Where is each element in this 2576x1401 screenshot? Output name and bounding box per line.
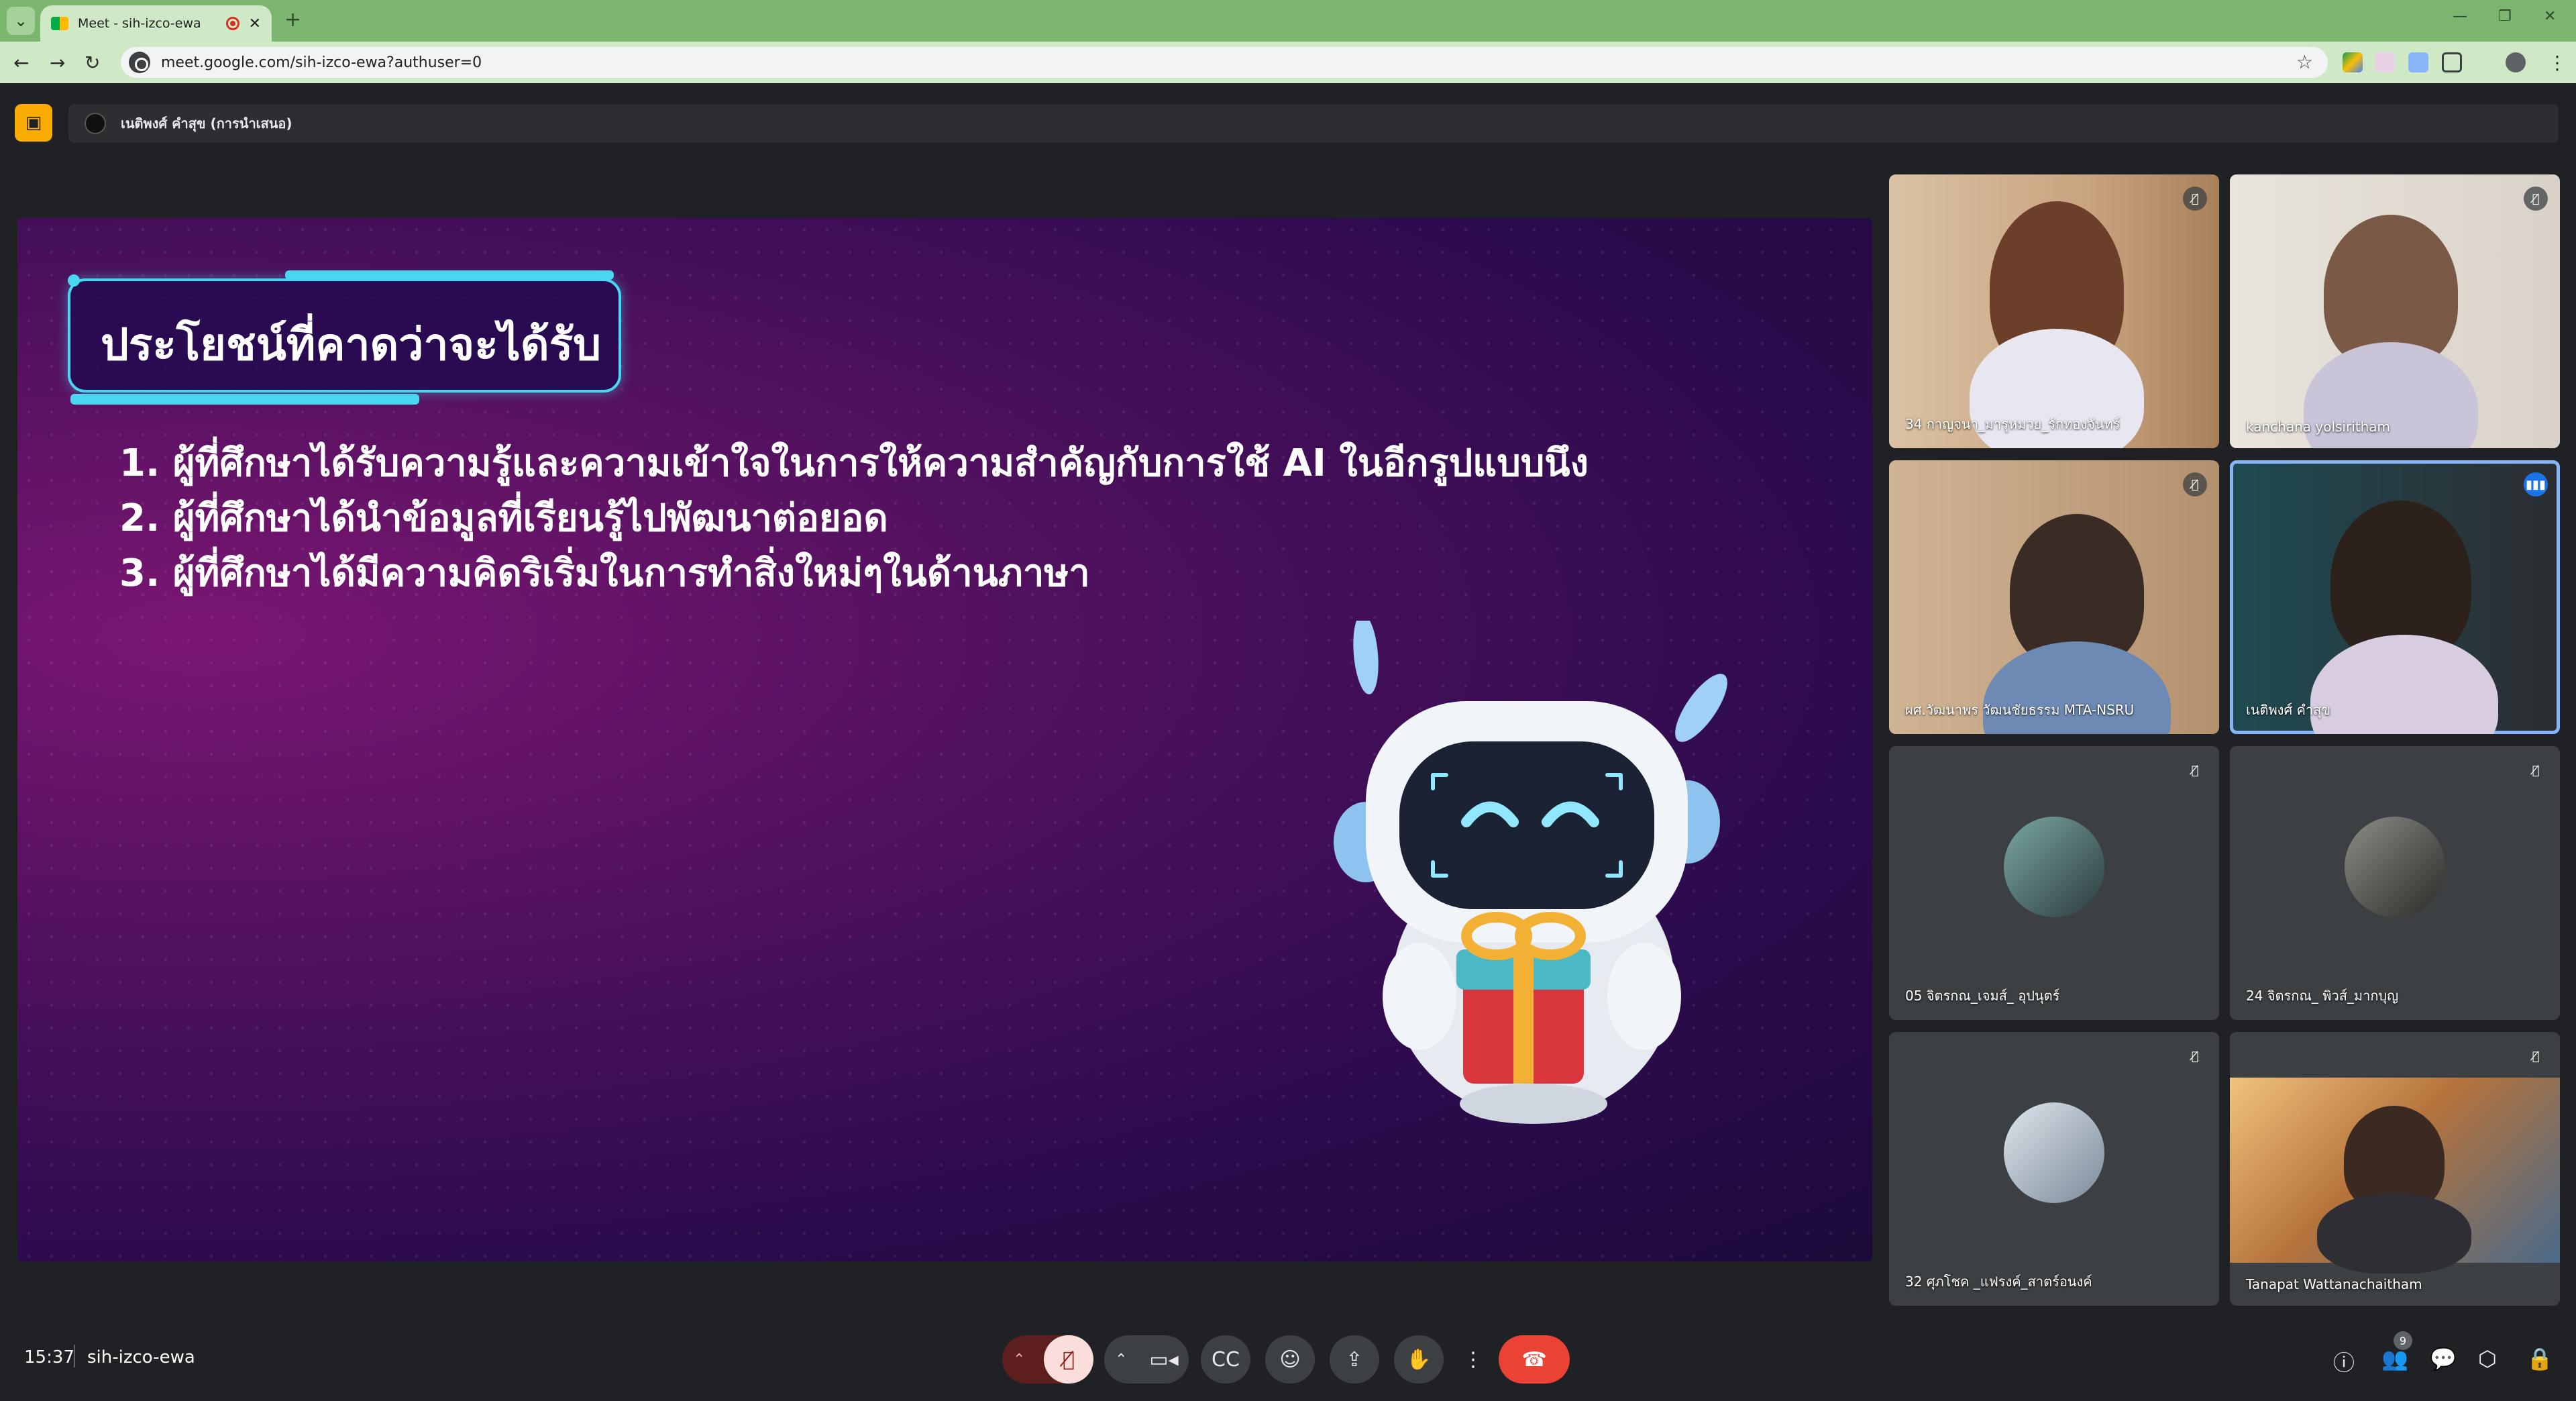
tab-search-button[interactable]: ⌄ xyxy=(7,7,35,35)
participant-name: ผศ.วัฒนาพร วัฒนชัยธรรม MTA-NSRU xyxy=(1905,702,2135,718)
muted-mic-icon: 🎙̸ xyxy=(2183,472,2207,497)
robot-illustration xyxy=(1334,621,1727,1124)
title-frame-accent-top xyxy=(285,270,614,280)
participant-tile[interactable]: 🎙̸ ผศ.วัฒนาพร วัฒนชัยธรรม MTA-NSRU xyxy=(1889,460,2219,734)
slide-points: 1. ผู้ที่ศึกษาได้รับความรู้และความเข้าใจ… xyxy=(119,436,1589,601)
activities-icon[interactable]: ⬡ xyxy=(2478,1346,2497,1371)
muted-mic-icon: 🎙̸ xyxy=(2183,187,2207,211)
presenter-avatar xyxy=(85,113,106,134)
meeting-clock: 15:37 xyxy=(24,1347,74,1367)
participant-tile[interactable]: 🎙̸ kanchana yolsiritham xyxy=(2230,174,2560,448)
meeting-info-icon[interactable]: ⓘ xyxy=(2333,1346,2355,1377)
participant-avatar xyxy=(2345,816,2445,917)
browser-menu-icon[interactable]: ⋮ xyxy=(2548,52,2567,74)
meeting-code: sih-izco-ewa xyxy=(87,1347,195,1367)
address-bar[interactable]: meet.google.com/sih-izco-ewa?authuser=0 … xyxy=(121,47,2328,78)
participant-name: 24 จิตรกณ_ พิวส์_มากบุญ xyxy=(2246,988,2399,1004)
camera-icon[interactable]: ▭◂ xyxy=(1139,1335,1189,1384)
mic-off-icon[interactable]: 🎙̸ xyxy=(1044,1335,1093,1384)
participant-tile-active-speaker[interactable]: ▮▮▮ เนติพงศ์ คำสุข xyxy=(2230,460,2560,734)
back-button[interactable]: ← xyxy=(13,52,29,74)
recording-indicator-icon xyxy=(225,17,239,30)
participant-tile[interactable]: 🎙̸ 24 จิตรกณ_ พิวส์_มากบุญ xyxy=(2230,746,2560,1020)
muted-mic-icon: 🎙̸ xyxy=(2524,758,2548,782)
participant-avatar xyxy=(2004,816,2104,917)
meet-favicon-icon xyxy=(51,17,68,30)
participant-name: 05 จิตรกณ_เจมส์_ อุปนุตร์ xyxy=(1905,988,2060,1004)
close-window-button[interactable]: ✕ xyxy=(2544,8,2556,25)
stop-presenting-icon[interactable]: ▣ xyxy=(15,104,52,142)
new-tab-button[interactable]: + xyxy=(284,8,301,32)
muted-mic-icon: 🎙̸ xyxy=(2183,758,2207,782)
site-info-icon[interactable] xyxy=(129,52,150,73)
extensions-puzzle-icon[interactable] xyxy=(2442,52,2462,72)
slide-point: 2. ผู้ที่ศึกษาได้นำข้อมูลที่เรียนรู้ไปพั… xyxy=(119,497,888,540)
participant-name: 34 กาญจนา_มารุหมวย_รักทองจันทร์ xyxy=(1905,416,2121,432)
slide-point: 1. ผู้ที่ศึกษาได้รับความรู้และความเข้าใจ… xyxy=(119,442,1589,485)
participant-name: Tanapat Wattanachaitham xyxy=(2246,1276,2422,1292)
participant-avatar xyxy=(2004,1102,2104,1203)
present-screen-icon[interactable]: ⇪ xyxy=(1330,1335,1379,1384)
title-frame-accent-bottom xyxy=(70,394,419,405)
host-controls-icon[interactable]: 🔒 xyxy=(2526,1346,2553,1371)
slide-title-frame: ประโยชน์ที่คาดว่าจะได้รับ xyxy=(68,270,621,405)
reload-button[interactable]: ↻ xyxy=(85,52,100,74)
extension-icon[interactable] xyxy=(2375,52,2395,72)
bookmark-star-icon[interactable]: ☆ xyxy=(2296,51,2313,73)
presentation-slide: ประโยชน์ที่คาดว่าจะได้รับ 1. ผู้ที่ศึกษา… xyxy=(17,218,1872,1261)
presenter-bar: เนติพงศ์ คำสุข (การนำเสนอ) xyxy=(68,104,2559,143)
close-tab-icon[interactable]: ✕ xyxy=(249,15,261,32)
audio-options-chevron-icon[interactable]: ⌃ xyxy=(1013,1351,1025,1368)
slide-point: 3. ผู้ที่ศึกษาได้มีความคิดริเริ่มในการทำ… xyxy=(119,552,1090,595)
tab-title: Meet - sih-izco-ewa xyxy=(78,16,201,31)
leave-call-button[interactable]: ☎ xyxy=(1499,1335,1570,1384)
maximize-button[interactable]: ❐ xyxy=(2498,8,2512,25)
participant-name: เนติพงศ์ คำสุข xyxy=(2246,702,2330,718)
video-options-chevron-icon[interactable]: ⌃ xyxy=(1115,1351,1127,1368)
translate-extension-icon[interactable] xyxy=(2408,52,2428,72)
drive-extension-icon[interactable] xyxy=(2343,52,2363,72)
participant-name: kanchana yolsiritham xyxy=(2246,419,2391,435)
forward-button[interactable]: → xyxy=(50,52,65,74)
muted-mic-icon: 🎙̸ xyxy=(2524,187,2548,211)
presenter-name: เนติพงศ์ คำสุข (การนำเสนอ) xyxy=(121,115,292,132)
participant-tile[interactable]: 🎙̸ 32 ศุภโชค _แฟรงค์_สาตร์อนงค์ xyxy=(1889,1032,2219,1306)
title-frame-dot xyxy=(68,274,80,287)
muted-mic-icon: 🎙̸ xyxy=(2183,1044,2207,1068)
raise-hand-icon[interactable]: ✋ xyxy=(1394,1335,1444,1384)
browser-tab-strip: ⌄ Meet - sih-izco-ewa ✕ + — ❐ ✕ xyxy=(0,0,2576,42)
people-count-badge: 9 xyxy=(2394,1331,2412,1350)
browser-toolbar: ← → ↻ meet.google.com/sih-izco-ewa?authu… xyxy=(0,42,2576,83)
participant-tile[interactable]: 🎙̸ 34 กาญจนา_มารุหมวย_รักทองจันทร์ xyxy=(1889,174,2219,448)
camera-control: ⌃ ▭◂ xyxy=(1104,1335,1189,1384)
meeting-controls-bar: 15:37 sih-izco-ewa ⌃ 🎙̸ ⌃ ▭◂ CC ☺ ⇪ ✋ ⋮ … xyxy=(0,1308,2576,1401)
participant-video-body xyxy=(2317,1193,2471,1274)
participant-tile[interactable]: 🎙̸ Tanapat Wattanachaitham xyxy=(2230,1032,2560,1306)
slide-title: ประโยชน์ที่คาดว่าจะได้รับ xyxy=(101,319,602,370)
profile-avatar[interactable] xyxy=(2506,52,2526,72)
participant-tile[interactable]: 🎙̸ 05 จิตรกณ_เจมส์_ อุปนุตร์ xyxy=(1889,746,2219,1020)
divider xyxy=(74,1345,75,1367)
captions-icon[interactable]: CC xyxy=(1201,1335,1250,1384)
microphone-control: ⌃ 🎙̸ xyxy=(1002,1335,1093,1384)
minimize-button[interactable]: — xyxy=(2453,8,2467,25)
muted-mic-icon: 🎙̸ xyxy=(2524,1044,2548,1068)
more-options-icon[interactable]: ⋮ xyxy=(1458,1335,1488,1384)
chat-icon[interactable]: 💬 xyxy=(2430,1346,2457,1371)
browser-tab-meet[interactable]: Meet - sih-izco-ewa ✕ xyxy=(40,5,272,42)
url-text: meet.google.com/sih-izco-ewa?authuser=0 xyxy=(161,54,482,71)
speaking-indicator-icon: ▮▮▮ xyxy=(2524,472,2548,497)
participant-name: 32 ศุภโชค _แฟรงค์_สาตร์อนงค์ xyxy=(1905,1274,2092,1290)
participant-video-body xyxy=(2310,635,2498,734)
emoji-reactions-icon[interactable]: ☺ xyxy=(1265,1335,1315,1384)
